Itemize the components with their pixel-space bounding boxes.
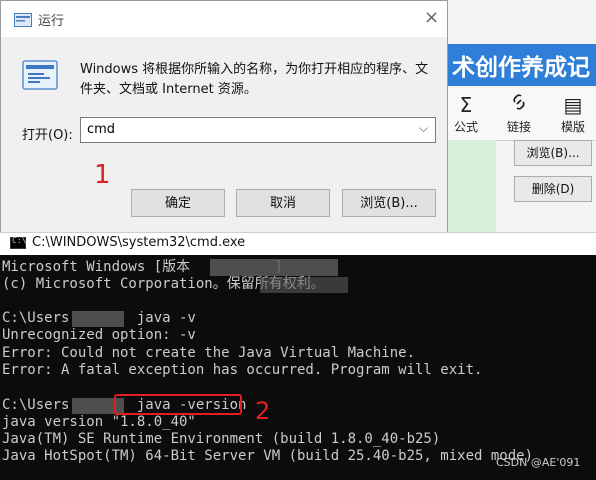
template-icon: ▤ [563, 93, 583, 117]
watermark: CSDN @AE'091 [496, 456, 581, 469]
console-line: Error: A fatal exception has occurred. P… [2, 362, 483, 378]
ok-button[interactable]: 确定 [131, 189, 225, 217]
cancel-button[interactable]: 取消 [236, 189, 330, 217]
console-line: java version "1.8.0_40" [2, 414, 196, 430]
annotation-step-1: 1 [94, 160, 111, 190]
browse-button[interactable]: 浏览(B)... [342, 189, 436, 217]
run-app-icon [14, 12, 32, 27]
redaction-blur [210, 259, 338, 276]
link-icon [498, 92, 540, 118]
run-dialog-description: Windows 将根据你所输入的名称，为你打开相应的程序、文件夹、文档或 Int… [80, 62, 429, 97]
console-line: Error: Could not create the Java Virtual… [2, 345, 416, 361]
run-dialog-titlebar[interactable] [1, 1, 447, 37]
run-program-icon [22, 60, 58, 90]
link-tool[interactable]: 链接 [498, 92, 540, 135]
redaction-blur [260, 277, 348, 293]
background-delete-button[interactable]: 删除(D) [514, 176, 592, 202]
chevron-down-icon[interactable]: ⌵ [419, 121, 428, 136]
sigma-icon: Σ [459, 93, 473, 117]
open-input[interactable]: cmd [80, 117, 436, 143]
annotation-step-2: 2 [255, 397, 271, 425]
console-line: Java HotSpot(TM) 64-Bit Server VM (build… [2, 448, 534, 464]
cmd-icon: C:\ [10, 236, 26, 249]
run-dialog-title: 运行 [38, 14, 65, 29]
background-browse-button[interactable]: 浏览(B)... [514, 140, 592, 166]
redaction-blur [72, 311, 124, 327]
open-label: 打开(O): [22, 128, 73, 143]
highlight-box [114, 394, 242, 415]
formula-tool[interactable]: Σ 公式 [445, 92, 487, 135]
background-banner-text: 术创作养成记 [452, 55, 590, 81]
background-panel [448, 140, 496, 232]
template-tool[interactable]: ▤ 模版 [552, 92, 594, 135]
close-icon[interactable]: × [424, 7, 439, 28]
console-line: Java(TM) SE Runtime Environment (build 1… [2, 431, 441, 447]
console-line: Unrecognized option: -v [2, 327, 196, 343]
cmd-title: C:\WINDOWS\system32\cmd.exe [32, 235, 246, 250]
